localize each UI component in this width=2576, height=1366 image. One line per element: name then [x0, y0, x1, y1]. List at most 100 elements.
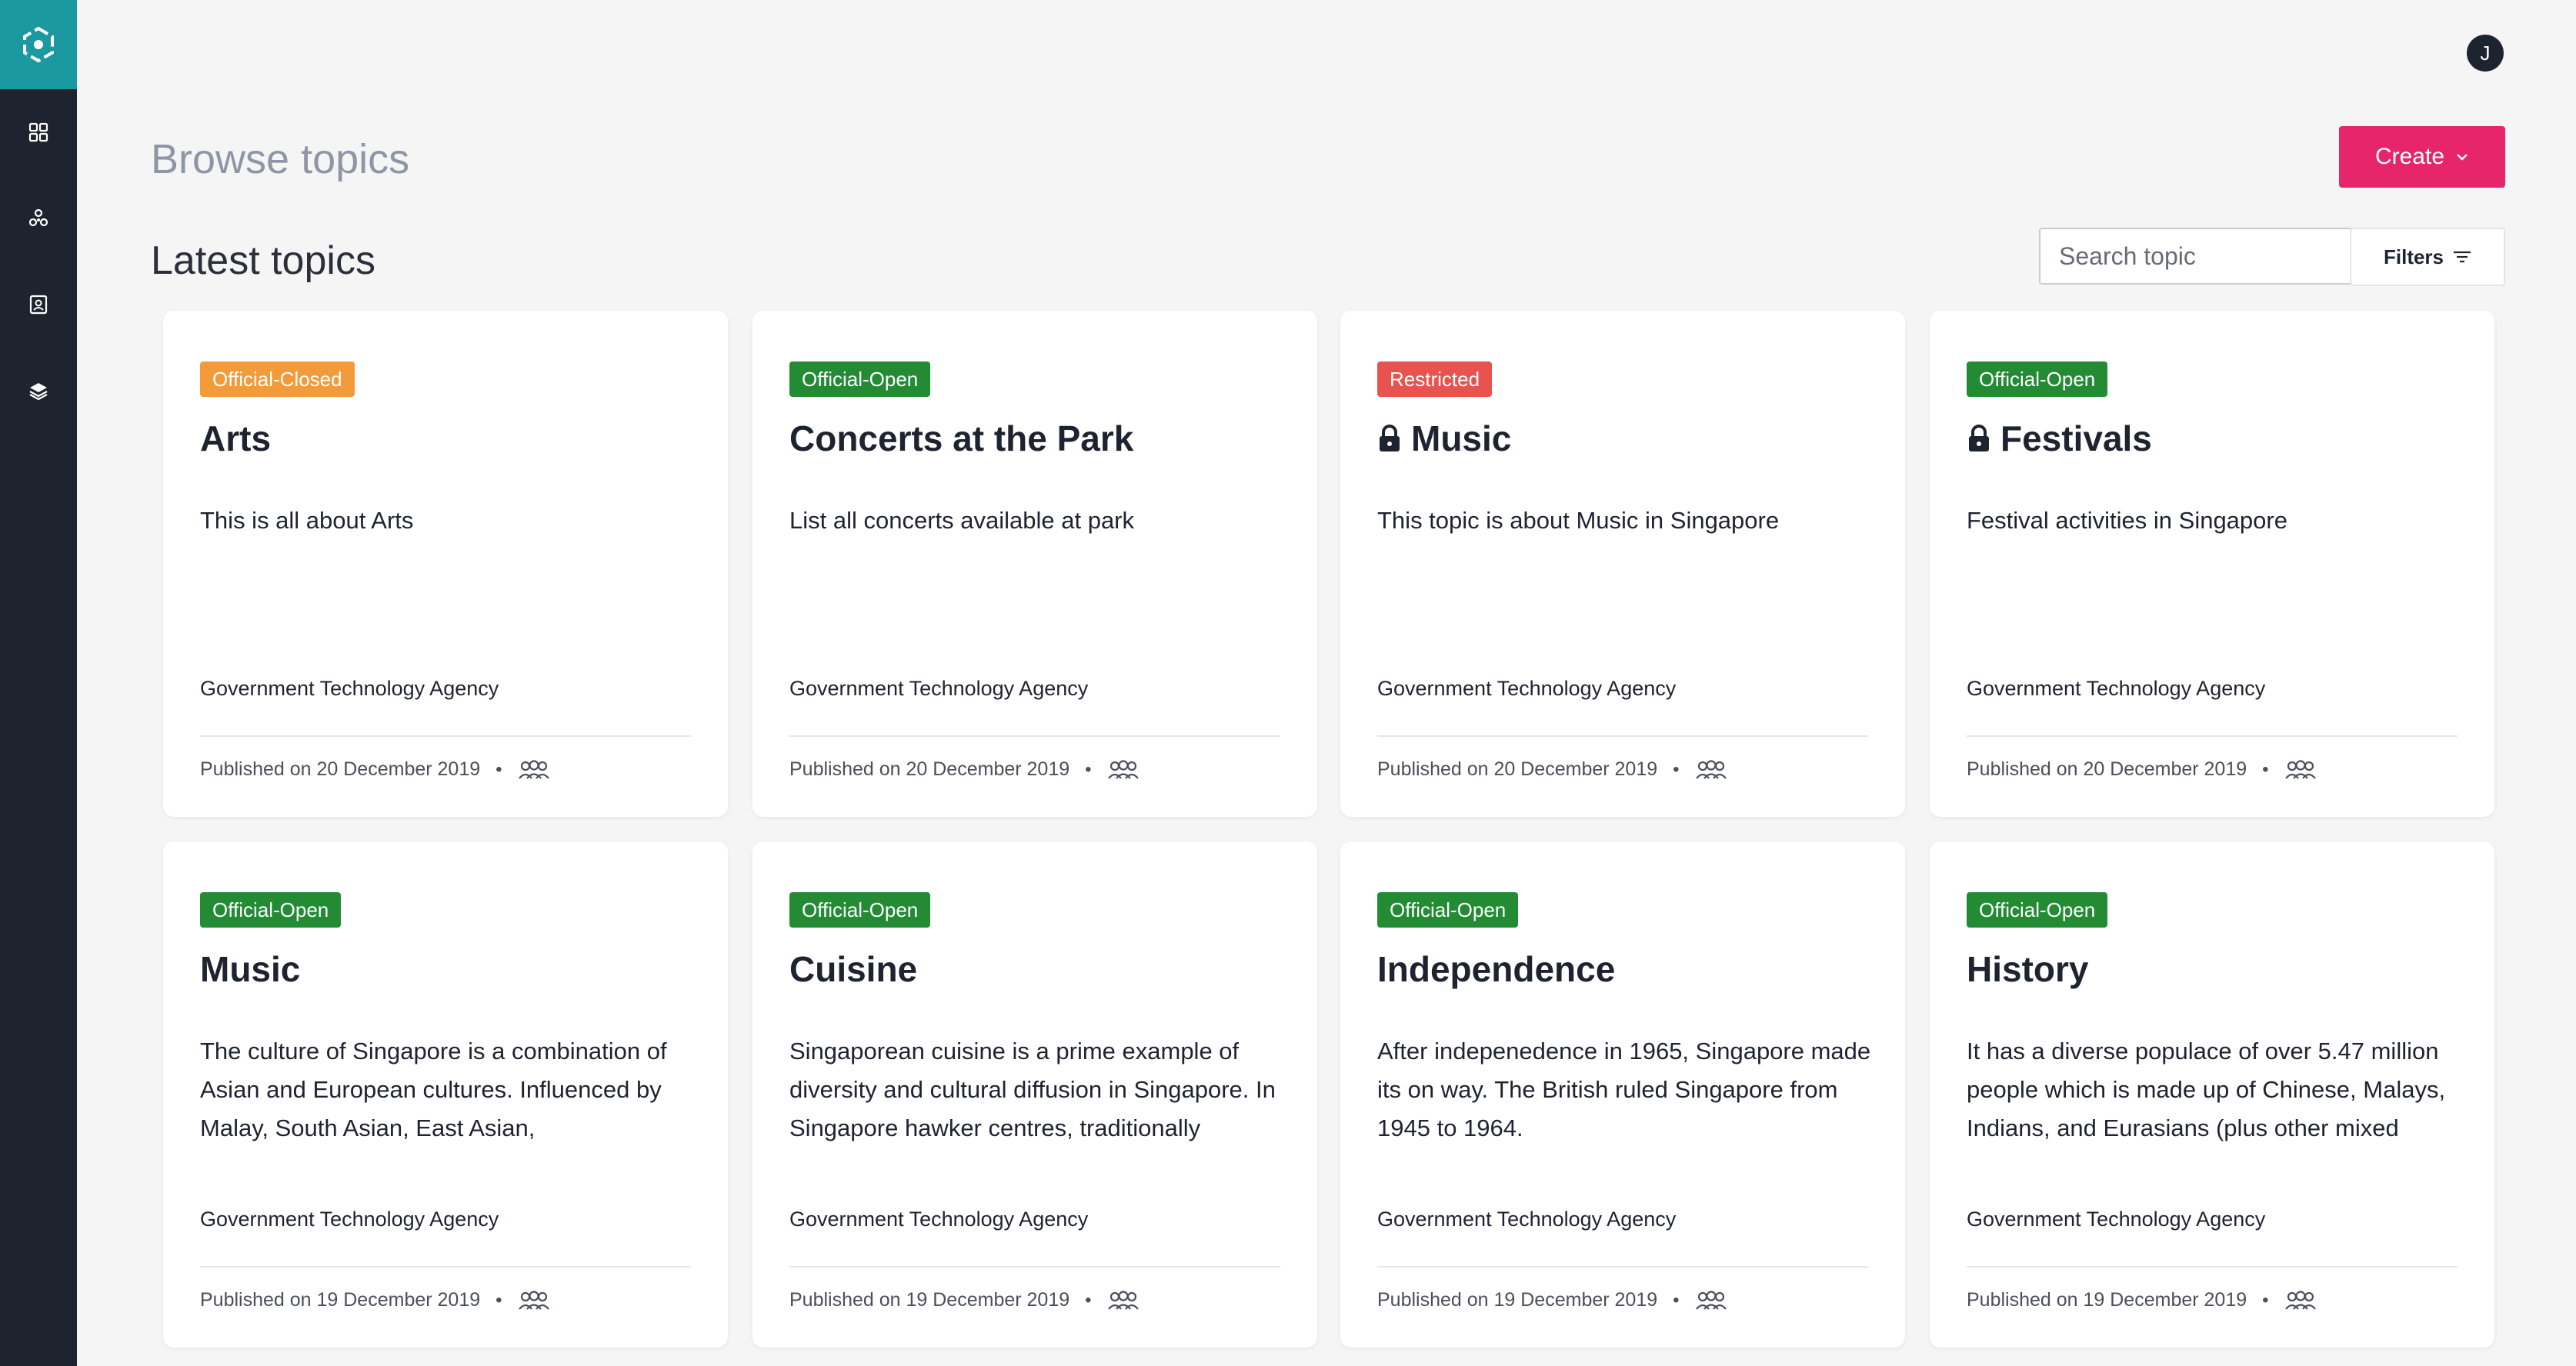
user-avatar[interactable]: J	[2467, 35, 2504, 72]
meta-separator: •	[1085, 1289, 1092, 1311]
meta-separator: •	[1673, 1289, 1680, 1311]
meta-separator: •	[496, 1289, 502, 1311]
meta-separator: •	[1673, 758, 1680, 780]
topic-card[interactable]: Official-Closed Arts This is all about Art…	[163, 311, 728, 817]
topic-title[interactable]: Music	[200, 943, 300, 995]
topic-meta: Published on 20 December 2019 •	[789, 758, 1140, 781]
topic-card[interactable]: Official-Open Festivals Festival activiti…	[1930, 311, 2494, 817]
topic-title[interactable]: Independence	[1377, 943, 1615, 995]
topic-meta: Published on 19 December 2019 •	[1377, 1289, 1727, 1311]
published-date: Published on 19 December 2019	[789, 1289, 1070, 1311]
topic-title-text: Festivals	[2000, 418, 2152, 458]
meta-separator: •	[496, 758, 502, 780]
topic-card[interactable]: Restricted Music This topic is about Musi…	[1340, 311, 1905, 817]
topic-description: Singaporean cuisine is a prime example o…	[789, 1038, 1276, 1141]
meta-separator: •	[1085, 758, 1092, 780]
topic-agency: Government Technology Agency	[1377, 1208, 1677, 1231]
card-divider	[200, 735, 691, 737]
topic-description: This topic is about Music in Singapore	[1377, 507, 1780, 534]
card-divider	[1377, 1266, 1868, 1268]
people-group-icon	[1107, 1290, 1140, 1311]
people-group-icon	[2284, 1290, 2317, 1311]
create-button-label: Create	[2374, 144, 2445, 169]
topic-agency: Government Technology Agency	[789, 677, 1089, 700]
network-icon	[28, 208, 48, 227]
topic-title[interactable]: Cuisine	[789, 943, 917, 995]
topic-card[interactable]: Official-Open Cuisine Singaporean cuisine …	[752, 841, 1317, 1348]
people-group-icon	[1695, 1290, 1727, 1311]
chevron-down-icon	[2457, 154, 2468, 161]
topic-meta: Published on 20 December 2019 •	[1377, 758, 1727, 781]
people-group-icon	[1695, 759, 1727, 781]
card-divider	[1377, 735, 1868, 737]
topic-title[interactable]: History	[1967, 943, 2088, 995]
page-title: Browse topics	[151, 136, 410, 182]
section-title: Latest topics	[151, 238, 375, 283]
filters-button-label: Filters	[2383, 245, 2444, 268]
sidebar-item-dashboard[interactable]	[0, 89, 77, 175]
topic-agency: Government Technology Agency	[1377, 677, 1677, 700]
card-divider	[1967, 1266, 2458, 1268]
topic-description: It has a diverse populace of over 5.47 m…	[1967, 1038, 2446, 1141]
app-logo[interactable]	[0, 0, 77, 89]
classification-badge: Official-Open	[1967, 892, 2108, 928]
classification-badge: Official-Open	[1377, 892, 1519, 928]
published-date: Published on 19 December 2019	[1377, 1289, 1658, 1311]
card-divider	[789, 1266, 1280, 1268]
topic-title[interactable]: Festivals	[1967, 412, 2152, 465]
sidebar-item-contacts[interactable]	[0, 262, 77, 348]
people-group-icon	[518, 1290, 550, 1311]
search-input[interactable]	[2039, 228, 2384, 285]
sidebar-item-network[interactable]	[0, 175, 77, 262]
topic-agency: Government Technology Agency	[789, 1208, 1089, 1231]
filter-lines-icon	[2454, 251, 2471, 263]
contact-card-icon	[29, 295, 48, 315]
topic-card[interactable]: Official-Open Concerts at the Park List al…	[752, 311, 1317, 817]
topic-agency: Government Technology Agency	[1967, 677, 2266, 700]
lock-icon	[1967, 424, 1991, 453]
topic-title-text: History	[1967, 949, 2089, 989]
people-group-icon	[2284, 759, 2317, 781]
people-group-icon	[1107, 759, 1140, 781]
filters-button[interactable]: Filters	[2350, 228, 2505, 286]
topic-agency: Government Technology Agency	[200, 1208, 499, 1231]
topic-meta: Published on 19 December 2019 •	[1967, 1289, 2317, 1311]
published-date: Published on 19 December 2019	[200, 1289, 481, 1311]
topic-title[interactable]: Concerts at the Park	[789, 412, 1133, 465]
topic-card[interactable]: Official-Open Music The culture of Singapo…	[163, 841, 728, 1348]
card-divider	[789, 735, 1280, 737]
lock-icon	[1377, 424, 1402, 453]
classification-badge: Official-Open	[200, 892, 342, 928]
classification-badge: Restricted	[1377, 361, 1493, 397]
topic-meta: Published on 19 December 2019 •	[789, 1289, 1140, 1311]
topic-meta: Published on 20 December 2019 •	[200, 758, 550, 781]
topic-description: Festival activities in Singapore	[1967, 507, 2287, 534]
published-date: Published on 20 December 2019	[1377, 758, 1658, 780]
create-button[interactable]: Create	[2339, 126, 2505, 188]
published-date: Published on 20 December 2019	[1967, 758, 2247, 780]
topic-title[interactable]: Music	[1377, 412, 1511, 465]
topic-card[interactable]: Official-Open History It has a diverse pop…	[1930, 841, 2494, 1348]
sidebar-item-layers[interactable]	[0, 348, 77, 434]
people-group-icon	[518, 759, 550, 781]
meta-separator: •	[2262, 1289, 2269, 1311]
sidebar	[0, 0, 77, 1366]
topic-description: List all concerts available at park	[789, 507, 1135, 534]
layers-icon	[29, 383, 48, 401]
topic-meta: Published on 20 December 2019 •	[1967, 758, 2317, 781]
topic-title-text: Independence	[1377, 949, 1616, 989]
published-date: Published on 19 December 2019	[1967, 1289, 2247, 1311]
topic-description: This is all about Arts	[200, 507, 414, 534]
topic-agency: Government Technology Agency	[200, 677, 499, 700]
published-date: Published on 20 December 2019	[789, 758, 1070, 780]
published-date: Published on 20 December 2019	[200, 758, 481, 780]
classification-badge: Official-Open	[1967, 361, 2108, 397]
topic-card[interactable]: Official-Open Independence After indepened…	[1340, 841, 1905, 1348]
topic-agency: Government Technology Agency	[1967, 1208, 2266, 1231]
topic-title[interactable]: Arts	[200, 412, 271, 465]
card-divider	[1967, 735, 2458, 737]
topic-title-text: Arts	[200, 418, 272, 458]
classification-badge: Official-Closed	[200, 361, 355, 397]
dashboard-grid-icon	[28, 122, 48, 142]
topic-title-text: Music	[1411, 418, 1512, 458]
